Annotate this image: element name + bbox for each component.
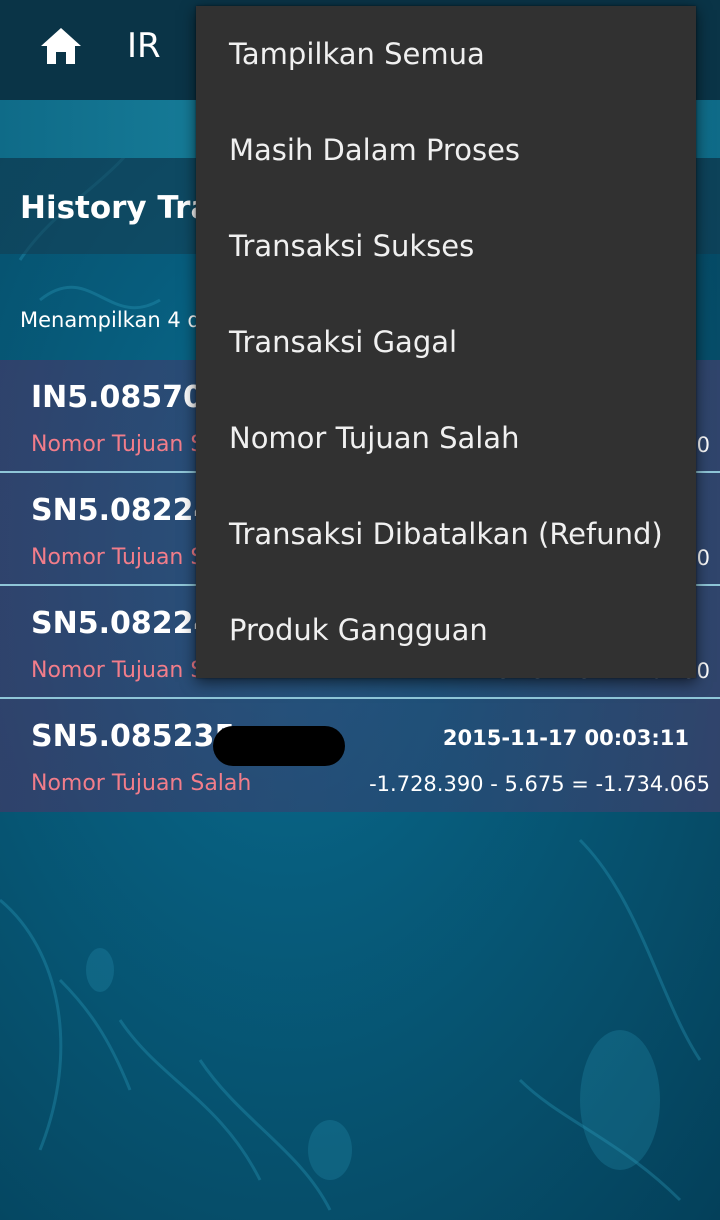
menu-item-show-all[interactable]: Tampilkan Semua [196,6,696,102]
transaction-code: SN5.08224 [31,493,215,528]
page-title: History Tra [20,190,212,226]
menu-item-failed[interactable]: Transaksi Gagal [196,294,696,390]
transaction-status: Nomor Tujuan S [31,432,205,457]
transaction-balance: -1.728.390 - 5.675 = -1.734.065 [369,772,710,796]
transaction-balance: 0 [696,546,710,570]
redaction-mark [213,726,345,766]
transaction-status: Nomor Tujuan Salah [31,771,252,796]
app-title: IR [127,26,161,66]
menu-item-refund[interactable]: Transaksi Dibatalkan (Refund) [196,486,696,582]
transaction-balance: 0 [696,433,710,457]
transaction-code: IN5.08570 [31,380,204,415]
menu-item-product-issue[interactable]: Produk Gangguan [196,582,696,678]
menu-item-wrong-number[interactable]: Nomor Tujuan Salah [196,390,696,486]
transaction-code: SN5.085235 [31,719,236,754]
transaction-row[interactable]: SN5.085235 Nomor Tujuan Salah 2015-11-17… [0,699,720,812]
transaction-date: 2015-11-17 00:03:11 [442,726,689,750]
transaction-status: Nomor Tujuan S [31,545,205,570]
filter-menu: Tampilkan Semua Masih Dalam Proses Trans… [196,6,696,678]
menu-item-success[interactable]: Transaksi Sukses [196,198,696,294]
menu-item-in-process[interactable]: Masih Dalam Proses [196,102,696,198]
home-icon[interactable] [40,26,82,66]
transaction-code: SN5.08224 [31,606,215,641]
results-summary: Menampilkan 4 d [20,308,201,332]
